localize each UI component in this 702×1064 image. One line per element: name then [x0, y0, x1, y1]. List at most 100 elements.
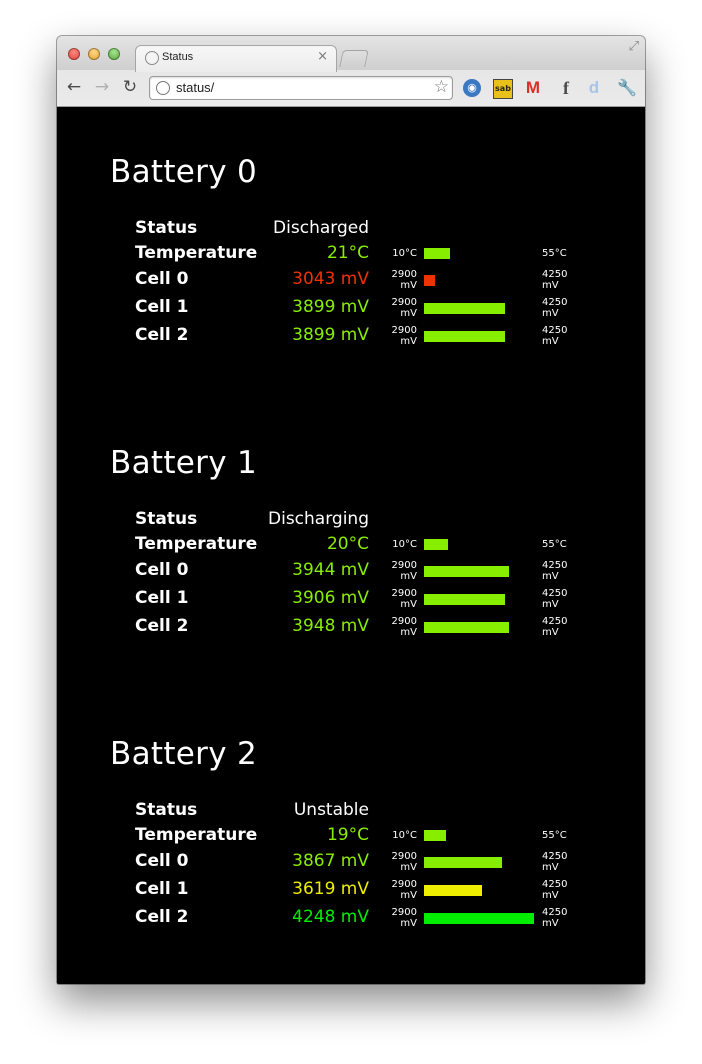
cell-min-label: 2900 mV — [391, 297, 417, 319]
temperature-bar — [424, 248, 450, 259]
address-bar[interactable]: ☆ — [149, 76, 453, 100]
cell-value: 3899 mV — [292, 297, 369, 317]
fullscreen-icon[interactable]: ⤢ — [629, 39, 639, 54]
globe-icon — [156, 81, 170, 95]
globe-icon — [145, 51, 159, 65]
temperature-bar — [424, 830, 446, 841]
cell-bar — [424, 857, 502, 868]
cell-value: 3867 mV — [292, 851, 369, 871]
cell-max-label: 4250 mV — [542, 879, 568, 901]
cell-min-label: 2900 mV — [391, 879, 417, 901]
delicious-extension-icon[interactable]: d — [585, 79, 603, 97]
status-value: Discharging — [268, 509, 369, 529]
window-minimize-button[interactable] — [88, 48, 100, 60]
cell-bar — [424, 331, 505, 342]
temperature-bar — [424, 539, 448, 550]
browser-window: Status × ⤢ ← → ↻ ☆ ◉ sab M f d 🔧 Batter — [57, 36, 645, 984]
status-label: Status — [135, 218, 198, 238]
cell-max-label: 4250 mV — [542, 269, 568, 291]
cell-row: Cell 0 3043 mV 2900 mV 4250 mV — [57, 269, 645, 297]
temperature-value: 21°C — [326, 243, 369, 263]
cell-label: Cell 0 — [135, 269, 189, 289]
status-row: Status Discharging — [57, 509, 645, 537]
cell-label: Cell 1 — [135, 879, 189, 899]
bookmark-star-icon[interactable]: ☆ — [434, 77, 449, 97]
cell-min-label: 2900 mV — [391, 907, 417, 929]
battery-title: Battery 0 — [110, 154, 258, 190]
cell-row: Cell 0 3944 mV 2900 mV 4250 mV — [57, 560, 645, 588]
tab-status[interactable]: Status × — [135, 45, 337, 72]
cell-bar — [424, 885, 482, 896]
cell-label: Cell 0 — [135, 851, 189, 871]
rss-extension-icon[interactable]: ◉ — [463, 79, 481, 97]
reload-button[interactable]: ↻ — [120, 77, 140, 97]
cell-row: Cell 1 3899 mV 2900 mV 4250 mV — [57, 297, 645, 325]
cell-row: Cell 1 3906 mV 2900 mV 4250 mV — [57, 588, 645, 616]
cell-min-label: 2900 mV — [391, 269, 417, 291]
cell-value: 3619 mV — [292, 879, 369, 899]
temperature-max-label: 55°C — [542, 830, 567, 841]
cell-label: Cell 1 — [135, 588, 189, 608]
tab-title: Status — [162, 51, 194, 63]
wrench-menu-icon[interactable]: 🔧 — [617, 79, 637, 97]
toolbar: ← → ↻ ☆ ◉ sab M f d 🔧 — [57, 70, 645, 106]
page-content: Battery 0 Status Discharged Temperature … — [57, 107, 645, 984]
cell-bar — [424, 275, 435, 286]
sabnzbd-extension-icon[interactable]: sab — [493, 79, 513, 99]
status-value: Unstable — [293, 800, 369, 820]
cell-label: Cell 1 — [135, 297, 189, 317]
cell-label: Cell 0 — [135, 560, 189, 580]
cell-row: Cell 2 4248 mV 2900 mV 4250 mV — [57, 907, 645, 935]
cell-value: 4248 mV — [292, 907, 369, 927]
window-zoom-button[interactable] — [108, 48, 120, 60]
temperature-max-label: 55°C — [542, 539, 567, 550]
temperature-value: 19°C — [326, 825, 369, 845]
cell-row: Cell 2 3899 mV 2900 mV 4250 mV — [57, 325, 645, 353]
cell-label: Cell 2 — [135, 616, 189, 636]
status-row: Status Discharged — [57, 218, 645, 246]
cell-label: Cell 2 — [135, 325, 189, 345]
cell-bar — [424, 622, 509, 633]
cell-min-label: 2900 mV — [391, 325, 417, 347]
cell-min-label: 2900 mV — [391, 588, 417, 610]
cell-value: 3948 mV — [292, 616, 369, 636]
cell-max-label: 4250 mV — [542, 851, 568, 873]
cell-value: 3043 mV — [292, 269, 369, 289]
status-row: Status Unstable — [57, 800, 645, 828]
cell-max-label: 4250 mV — [542, 560, 568, 582]
back-button[interactable]: ← — [64, 77, 84, 97]
gmail-extension-icon[interactable]: M — [524, 79, 542, 97]
cell-bar — [424, 913, 534, 924]
temperature-value: 20°C — [326, 534, 369, 554]
cell-value: 3899 mV — [292, 325, 369, 345]
facebook-extension-icon[interactable]: f — [557, 79, 575, 97]
browser-chrome: Status × ⤢ ← → ↻ ☆ ◉ sab M f d 🔧 — [57, 36, 645, 107]
cell-row: Cell 0 3867 mV 2900 mV 4250 mV — [57, 851, 645, 879]
cell-row: Cell 1 3619 mV 2900 mV 4250 mV — [57, 879, 645, 907]
temperature-min-label: 10°C — [392, 830, 417, 841]
window-close-button[interactable] — [68, 48, 80, 60]
tab-strip: Status × ⤢ — [57, 36, 645, 72]
cell-label: Cell 2 — [135, 907, 189, 927]
status-value: Discharged — [273, 218, 369, 238]
new-tab-button[interactable] — [339, 50, 369, 67]
battery-title: Battery 2 — [110, 736, 258, 772]
cell-max-label: 4250 mV — [542, 588, 568, 610]
cell-value: 3906 mV — [292, 588, 369, 608]
temperature-label: Temperature — [135, 825, 258, 845]
temperature-min-label: 10°C — [392, 539, 417, 550]
status-label: Status — [135, 509, 198, 529]
tab-close-icon[interactable]: × — [317, 49, 328, 64]
battery-title: Battery 1 — [110, 445, 258, 481]
cell-row: Cell 2 3948 mV 2900 mV 4250 mV — [57, 616, 645, 644]
url-input[interactable] — [176, 80, 416, 95]
status-label: Status — [135, 800, 198, 820]
temperature-row: Temperature 21°C 10°C 55°C — [57, 243, 645, 271]
forward-button[interactable]: → — [92, 77, 112, 97]
cell-min-label: 2900 mV — [391, 851, 417, 873]
temperature-row: Temperature 20°C 10°C 55°C — [57, 534, 645, 562]
cell-max-label: 4250 mV — [542, 907, 568, 929]
temperature-label: Temperature — [135, 243, 258, 263]
cell-value: 3944 mV — [292, 560, 369, 580]
cell-min-label: 2900 mV — [391, 560, 417, 582]
